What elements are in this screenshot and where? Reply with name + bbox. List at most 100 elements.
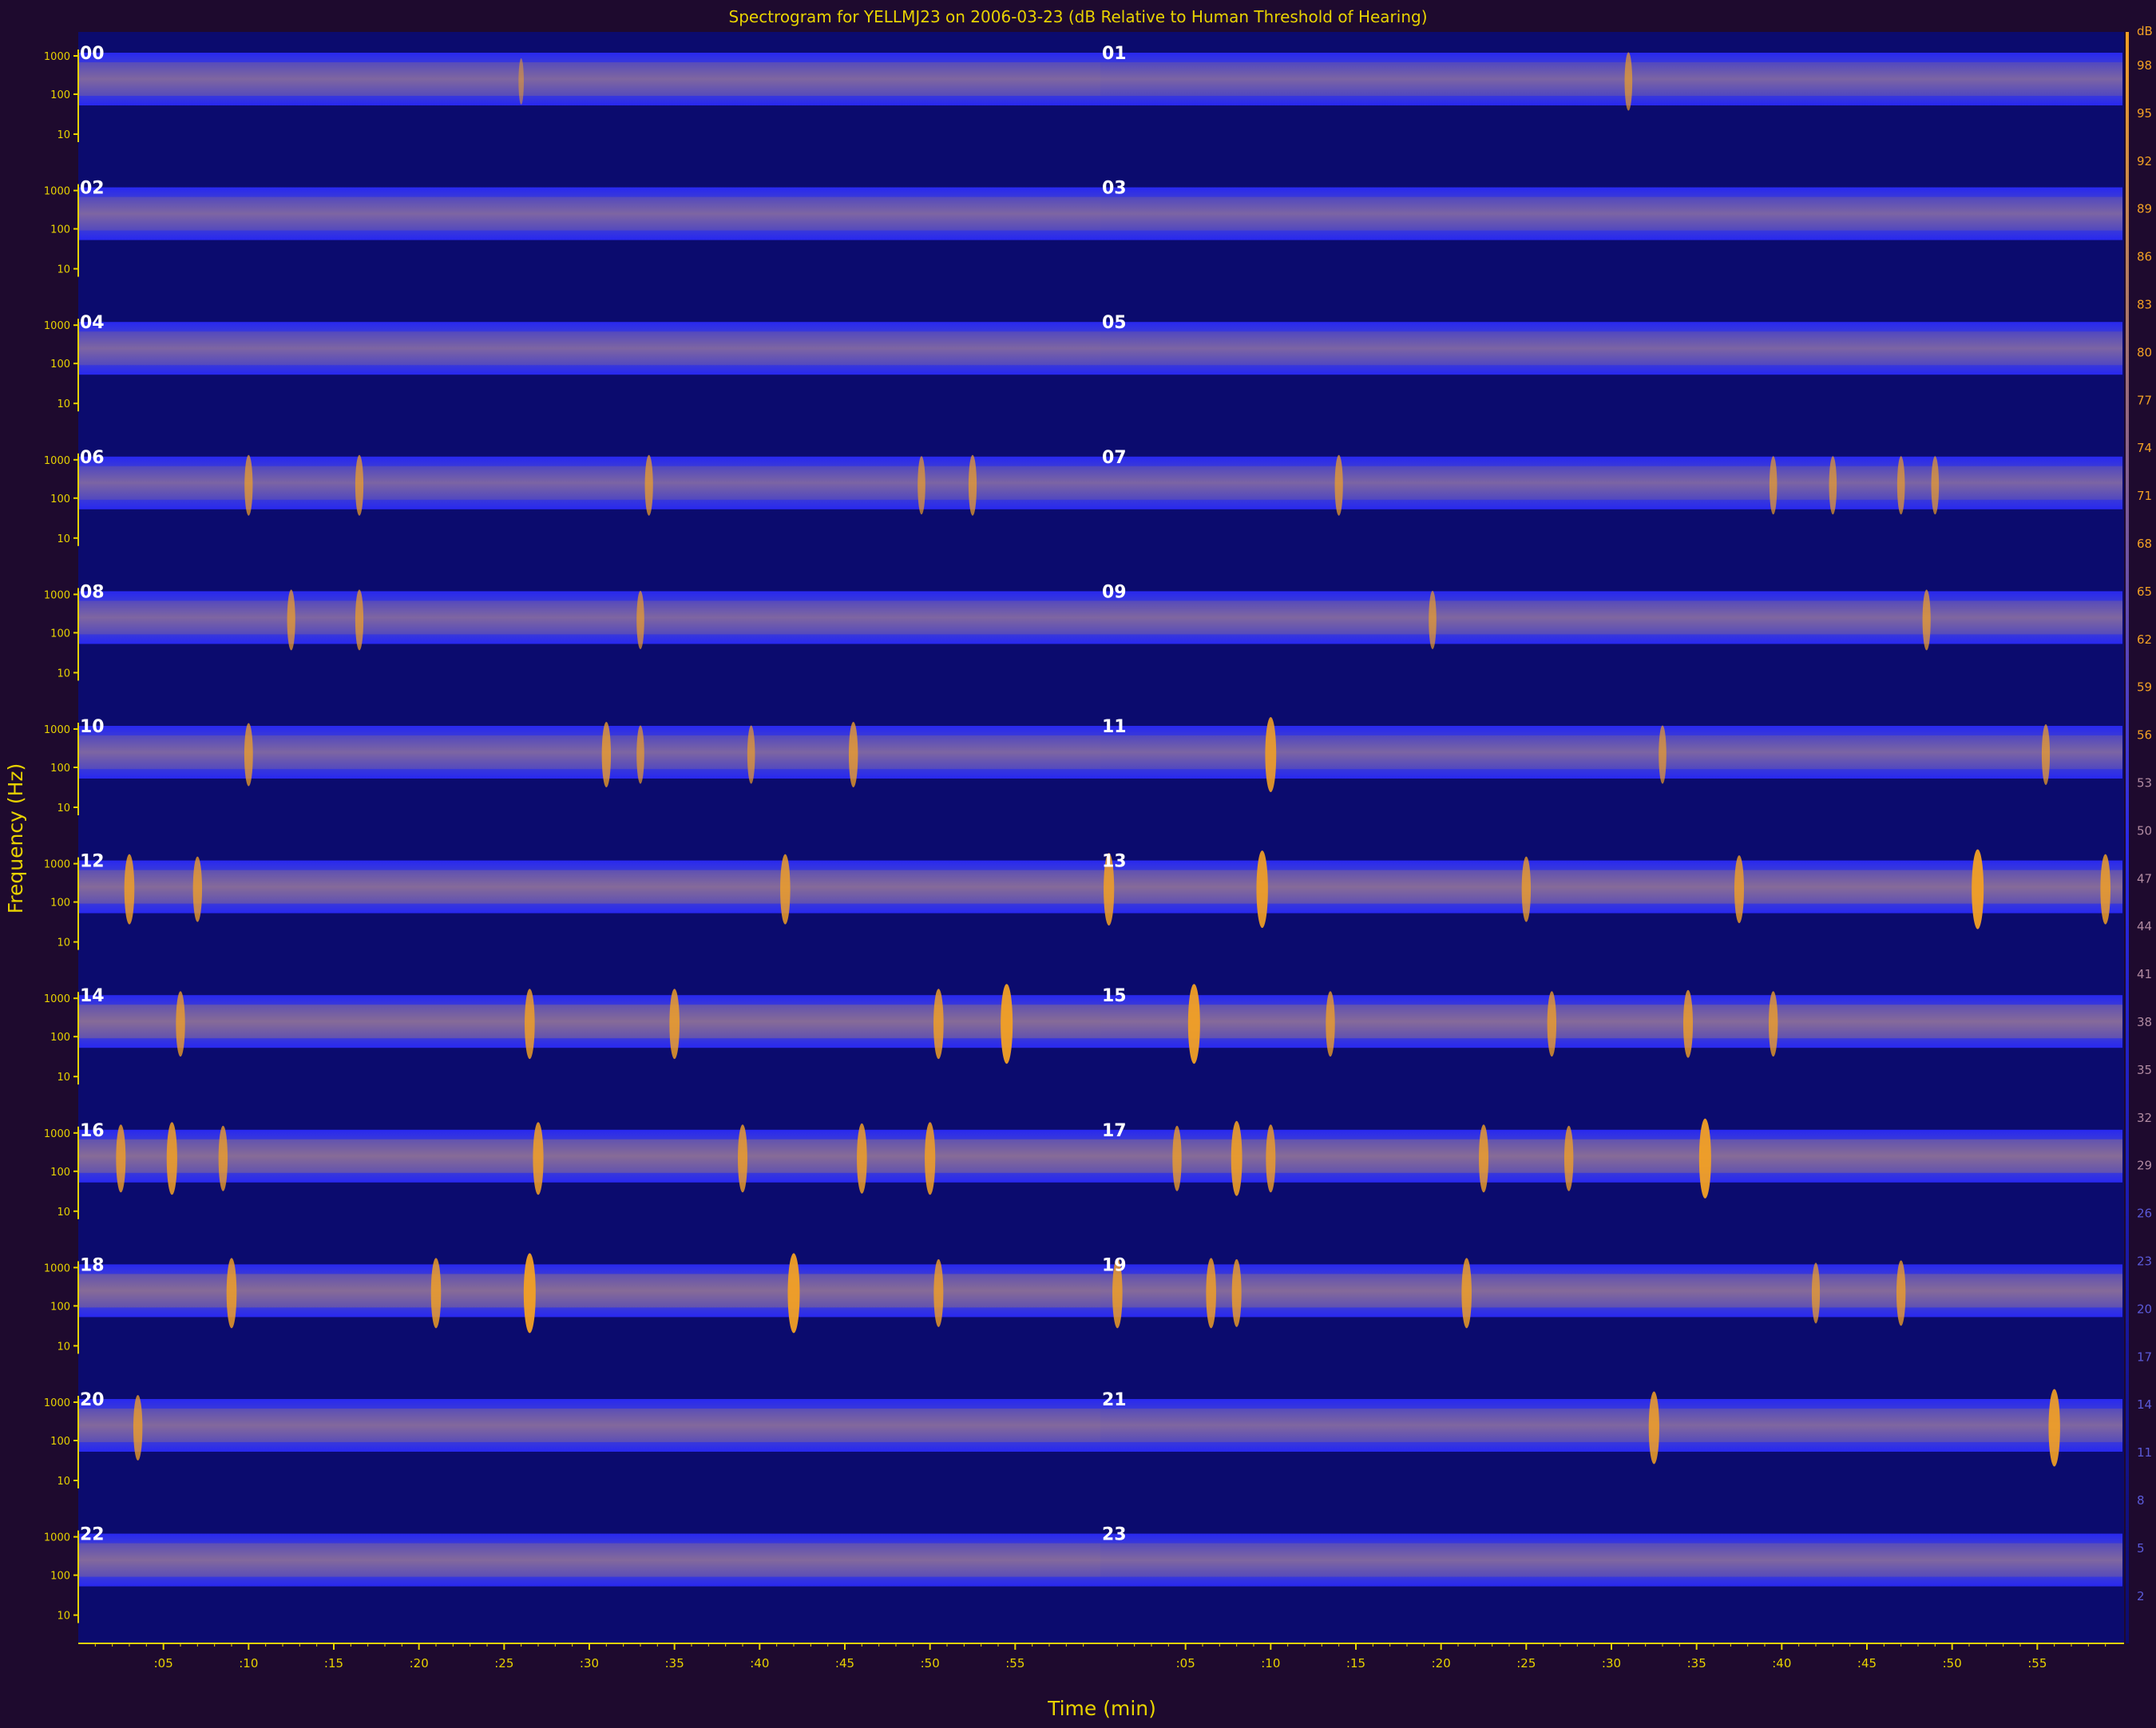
hour-label-18: 18 <box>80 1255 105 1275</box>
spectrum-band-energy-03 <box>1100 196 2122 231</box>
event-mark-64 <box>1231 1258 1242 1327</box>
spectrum-band-energy-06 <box>78 466 1100 500</box>
y-tick-label-08-0: 1000 <box>44 589 70 601</box>
spectrum-band-energy-07 <box>1100 466 2122 500</box>
colorbar: dB 98 95 92 89 86 83 80 77 74 71 68 65 62 59 56 53 50 47 44… <box>2126 24 2153 1643</box>
frequency-axes: 1000 100 10 1000 100 10 1000 100 10 1000 100 10 1000… <box>44 50 79 1623</box>
hour-label-11: 11 <box>1102 717 1127 737</box>
colorbar-tick-label-19: 41 <box>2137 967 2152 981</box>
hour-label-07: 07 <box>1102 448 1127 468</box>
event-mark-58 <box>430 1258 442 1329</box>
spectrum-band-energy-23 <box>1100 1543 2122 1577</box>
spectrum-band-energy-14 <box>78 1005 1100 1039</box>
colorbar-tick-label-20: 38 <box>2137 1015 2152 1029</box>
hour-label-13: 13 <box>1102 852 1127 872</box>
event-mark-42 <box>1683 989 1693 1058</box>
event-mark-54 <box>1479 1124 1488 1193</box>
event-mark-18 <box>601 722 612 787</box>
event-mark-53 <box>1266 1124 1276 1193</box>
event-mark-61 <box>933 1258 944 1327</box>
hour-label-02: 02 <box>80 179 105 199</box>
y-tick-label-00-0: 1000 <box>44 51 70 63</box>
event-mark-33 <box>2100 854 2110 925</box>
x-axis-label: Time (min) <box>1047 1697 1156 1720</box>
colorbar-tick-label-22: 32 <box>2137 1111 2152 1125</box>
colorbar-tick-label-14: 56 <box>2137 728 2152 743</box>
x-tick-label-9: :50 <box>921 1656 940 1671</box>
event-mark-37 <box>933 989 944 1060</box>
spectrum-band-energy-21 <box>1100 1409 2122 1442</box>
event-mark-12 <box>287 589 295 651</box>
event-mark-0 <box>518 58 524 105</box>
y-tick-label-14-1: 100 <box>50 1032 70 1044</box>
colorbar-gradient <box>2126 32 2129 1643</box>
colorbar-unit-label: dB <box>2137 24 2153 38</box>
colorbar-tick-label-29: 11 <box>2137 1445 2152 1460</box>
hour-label-08: 08 <box>80 582 105 602</box>
colorbar-tick-label-27: 17 <box>2137 1350 2152 1364</box>
spectrum-band-energy-00 <box>78 62 1100 96</box>
y-tick-label-06-2: 10 <box>57 533 70 545</box>
y-tick-label-08-2: 10 <box>57 668 70 680</box>
colorbar-tick-label-13: 59 <box>2137 680 2152 695</box>
y-tick-label-12-2: 10 <box>57 937 70 949</box>
x-tick-label-20: :50 <box>1943 1656 1962 1671</box>
hour-label-05: 05 <box>1102 313 1127 333</box>
x-tick-label-16: :30 <box>1602 1656 1621 1671</box>
colorbar-tick-label-23: 29 <box>2137 1159 2152 1173</box>
spectrum-band-energy-13 <box>1100 870 2122 904</box>
event-mark-22 <box>1265 717 1277 792</box>
y-tick-label-20-1: 100 <box>50 1436 70 1448</box>
colorbar-tick-label-26: 20 <box>2137 1302 2152 1316</box>
event-mark-31 <box>1734 855 1744 924</box>
spectrum-band-energy-02 <box>78 196 1100 231</box>
event-mark-55 <box>1563 1125 1574 1191</box>
y-tick-label-18-1: 100 <box>50 1301 70 1313</box>
event-mark-66 <box>1811 1262 1821 1324</box>
y-tick-label-22-1: 100 <box>50 1571 70 1583</box>
hour-label-04: 04 <box>80 313 105 333</box>
hour-label-19: 19 <box>1102 1255 1127 1275</box>
x-tick-label-17: :35 <box>1687 1656 1706 1671</box>
y-tick-label-06-0: 1000 <box>44 455 70 467</box>
spectrum-band-energy-22 <box>78 1543 1100 1577</box>
spectrum-band-energy-16 <box>78 1139 1100 1173</box>
spectrum-band-energy-01 <box>1100 62 2122 96</box>
event-mark-24 <box>2041 724 2051 785</box>
y-tick-label-12-0: 1000 <box>44 859 70 871</box>
y-tick-label-16-0: 1000 <box>44 1128 70 1140</box>
y-tick-label-16-2: 10 <box>57 1207 70 1219</box>
spectrum-band-energy-08 <box>78 600 1100 635</box>
hour-label-14: 14 <box>80 986 105 1006</box>
colorbar-tick-label-18: 44 <box>2137 919 2152 933</box>
colorbar-tick-label-8: 74 <box>2137 441 2152 455</box>
hour-label-09: 09 <box>1102 582 1127 602</box>
y-axis-label: Frequency (Hz) <box>4 763 27 914</box>
x-tick-label-10: :55 <box>1005 1656 1024 1671</box>
hour-label-01: 01 <box>1102 44 1127 64</box>
event-mark-51 <box>1172 1125 1182 1191</box>
y-tick-label-20-0: 1000 <box>44 1397 70 1409</box>
y-tick-label-10-1: 100 <box>50 763 70 775</box>
x-tick-label-15: :25 <box>1516 1656 1536 1671</box>
hour-label-03: 03 <box>1102 179 1127 199</box>
y-tick-label-02-1: 100 <box>50 224 70 236</box>
colorbar-tick-label-4: 86 <box>2137 250 2152 264</box>
colorbar-tick-label-32: 2 <box>2137 1589 2145 1603</box>
event-mark-23 <box>1659 725 1667 784</box>
event-mark-45 <box>166 1122 177 1195</box>
event-mark-26 <box>192 856 203 922</box>
hour-label-20: 20 <box>80 1390 105 1410</box>
event-mark-70 <box>2048 1389 2060 1467</box>
event-mark-35 <box>525 989 535 1060</box>
event-mark-36 <box>669 989 680 1060</box>
event-mark-5 <box>917 456 925 515</box>
spectrum-band-energy-19 <box>1100 1274 2122 1308</box>
x-tick-label-3: :20 <box>410 1656 429 1671</box>
event-mark-50 <box>925 1122 936 1195</box>
hour-label-22: 22 <box>80 1525 105 1545</box>
x-tick-label-1: :10 <box>239 1656 258 1671</box>
event-mark-19 <box>636 725 644 784</box>
spectrogram-svg: 00 01 02 03 04 05 06 07 08 09 10 11 12 13 14 15 16 17 18 19… <box>4 7 2153 1720</box>
hour-label-06: 06 <box>80 448 105 468</box>
